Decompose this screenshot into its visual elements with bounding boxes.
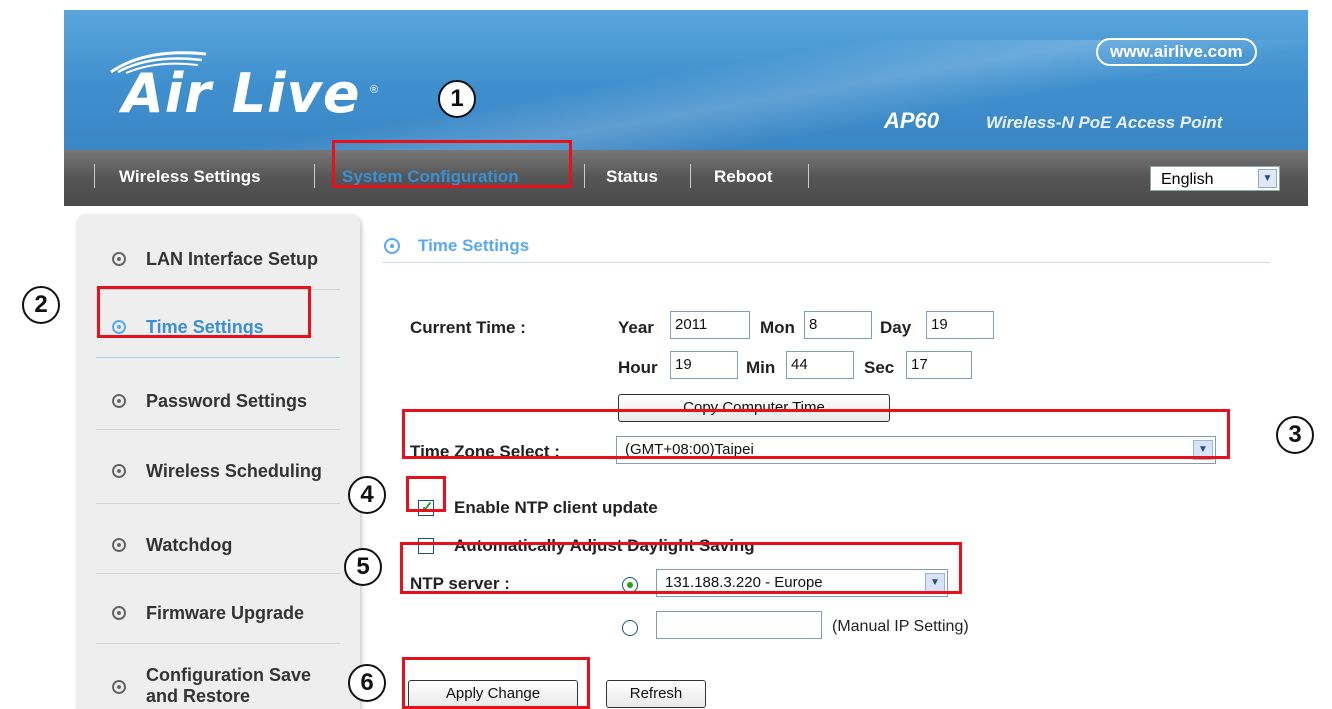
callout-2: 2 [22,286,60,324]
section-divider [382,262,1270,263]
refresh-button[interactable]: Refresh [606,680,706,708]
ntp-server-manual-radio[interactable] [622,620,638,636]
callout-6: 6 [348,664,386,702]
bullet-icon [112,394,126,408]
bullet-icon [112,464,126,478]
sidebar-item-lan-interface-setup[interactable]: LAN Interface Setup [146,249,318,270]
sidebar-item-label: and Restore [146,686,251,706]
sidebar-item-firmware-upgrade[interactable]: Firmware Upgrade [146,603,304,624]
mon-label: Mon [760,318,795,337]
nav-separator [584,164,585,188]
website-url[interactable]: www.airlive.com [1096,38,1257,66]
nav-separator [314,164,315,188]
sec-label: Sec [864,358,895,377]
nav-separator [94,164,95,188]
sidebar-item-password-settings[interactable]: Password Settings [146,391,307,412]
airlive-logo: Air Live [122,62,361,125]
nav-item-wireless-settings[interactable]: Wireless Settings [119,167,261,187]
callout-3: 3 [1276,416,1314,454]
manual-ip-label: (Manual IP Setting) [832,618,969,635]
minute-field[interactable]: 44 [786,351,854,379]
sidebar-item-label: Configuration Save [146,665,312,685]
second-field[interactable]: 17 [906,351,972,379]
callout-5: 5 [344,548,382,586]
sidebar-divider [96,573,340,574]
enable-ntp-label: Enable NTP client update [454,498,658,517]
month-field[interactable]: 8 [804,311,872,339]
sidebar-item-configuration-save-restore[interactable]: Configuration Save and Restore [146,665,311,707]
highlight-box-5 [400,542,962,594]
top-nav-bar: Wireless Settings System Configuration S… [64,150,1308,206]
chevron-down-icon[interactable]: ▼ [1258,169,1277,188]
language-select[interactable]: English ▼ [1150,166,1280,191]
nav-separator [808,164,809,188]
model-description: Wireless-N PoE Access Point [986,113,1223,132]
sidebar-divider-active [96,357,340,358]
page-title: Time Settings [418,236,530,255]
sidebar-divider [96,643,340,644]
registered-mark: ® [370,84,379,96]
highlight-box-1 [332,140,572,188]
current-time-label: Current Time : [410,318,526,337]
highlight-box-2 [97,286,311,338]
model-name: AP60 [884,108,940,133]
sidebar-item-wireless-scheduling[interactable]: Wireless Scheduling [146,461,322,482]
year-label: Year [618,318,654,337]
language-value: English [1161,171,1214,188]
min-label: Min [746,358,776,377]
bullet-icon [112,606,126,620]
callout-4: 4 [348,476,386,514]
highlight-box-6 [402,657,590,709]
day-field[interactable]: 19 [926,311,994,339]
manual-ip-field[interactable] [656,611,822,639]
hour-label: Hour [618,358,658,377]
sidebar-divider [96,503,340,504]
bullet-icon [112,252,126,266]
nav-separator [690,164,691,188]
day-label: Day [880,318,912,337]
nav-item-status[interactable]: Status [606,167,658,187]
highlight-box-4 [406,476,446,512]
section-bullet-icon [384,238,400,254]
hour-field[interactable]: 19 [670,351,738,379]
nav-item-reboot[interactable]: Reboot [714,167,773,187]
bullet-icon [112,538,126,552]
bullet-icon [112,680,126,694]
callout-1: 1 [438,80,476,118]
year-field[interactable]: 2011 [670,311,750,339]
sidebar-divider [96,429,340,430]
highlight-box-3 [402,409,1230,459]
sidebar-item-watchdog[interactable]: Watchdog [146,535,232,556]
